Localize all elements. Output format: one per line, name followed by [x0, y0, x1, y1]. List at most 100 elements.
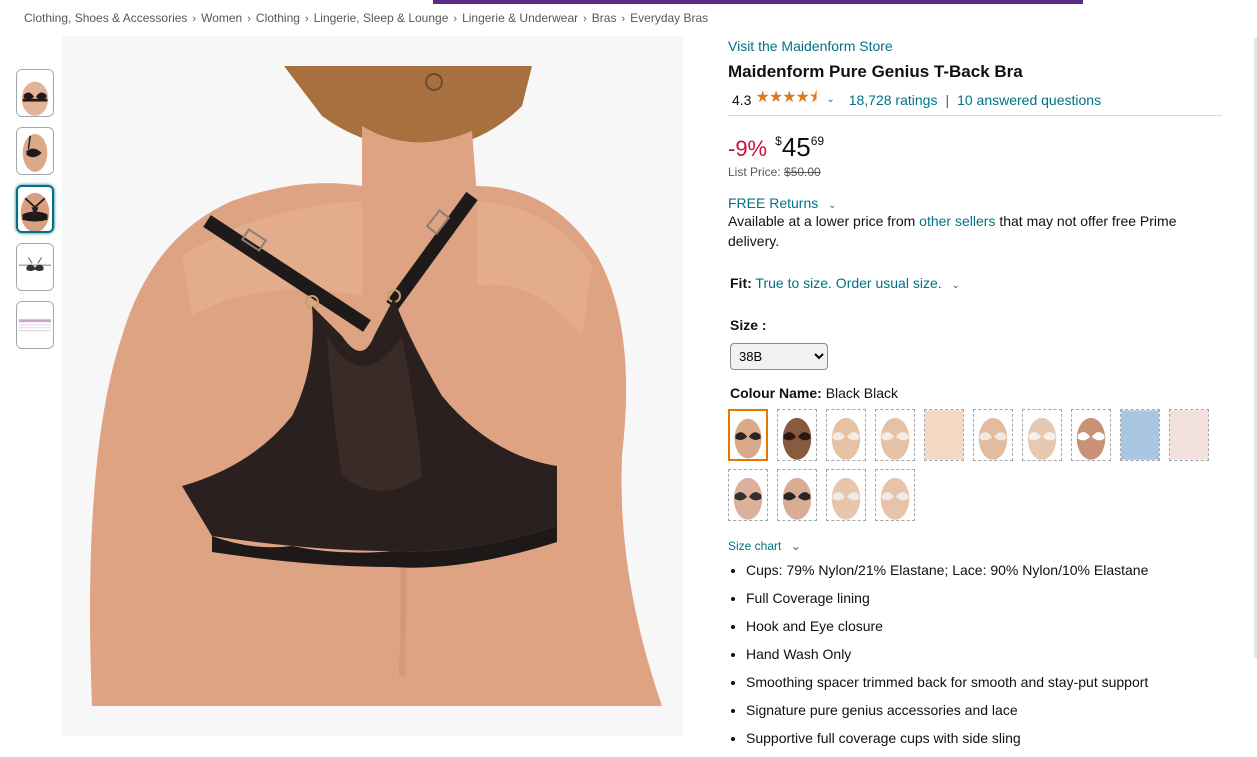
feature-bullets: Cups: 79% Nylon/21% Elastane; Lace: 90% … [728, 561, 1222, 748]
list-price-value: $50.00 [784, 165, 821, 179]
feature-bullet: Smoothing spacer trimmed back for smooth… [746, 673, 1222, 692]
thumbnail-side-image [17, 128, 53, 174]
colour-row: Colour Name: Black Black [728, 385, 1222, 401]
colour-swatch-image [730, 411, 766, 459]
rating-row: 4.3 ★★★★⯨ ⌄ 18,728 ratings | 10 answered… [728, 86, 1222, 116]
thumbnail-side[interactable] [16, 127, 54, 175]
price-block: -9% $ 45 69 [728, 132, 1222, 163]
colour-label: Colour Name: [730, 385, 822, 401]
colour-swatch-image [876, 470, 914, 520]
colour-swatch-image [1170, 410, 1208, 460]
colour-swatch[interactable] [777, 469, 817, 521]
size-chart-link[interactable]: Size chart ⌄ [728, 539, 1222, 553]
colour-swatch-image [876, 410, 914, 460]
answered-questions-link[interactable]: 10 answered questions [957, 92, 1101, 108]
fit-chevron-icon[interactable]: ⌄ [952, 280, 960, 291]
size-label: Size : [730, 317, 767, 333]
free-returns-label[interactable]: FREE Returns [728, 195, 818, 211]
breadcrumb-item[interactable]: Lingerie & Underwear [462, 11, 578, 25]
price-currency: $ [775, 134, 782, 148]
colour-swatch[interactable] [777, 409, 817, 461]
colour-swatch-image [974, 410, 1012, 460]
feature-bullet: Hand Wash Only [746, 645, 1222, 664]
promo-banner[interactable] [433, 0, 1083, 4]
colour-swatch-image [1072, 410, 1110, 460]
other-sellers-link[interactable]: other sellers [919, 213, 995, 229]
free-returns[interactable]: FREE Returns ⌄ [728, 195, 1222, 211]
colour-swatch[interactable] [1120, 409, 1160, 461]
colour-swatch[interactable] [728, 409, 768, 461]
thumbnail-back-image [18, 187, 52, 231]
colour-swatch-image [1121, 410, 1159, 460]
thumbnail-strip [16, 69, 54, 359]
size-dropdown[interactable]: 38B [730, 343, 828, 370]
list-price-label: List Price: [728, 165, 781, 179]
feature-bullet: Full Coverage lining [746, 589, 1222, 608]
colour-swatches [728, 409, 1228, 529]
colour-swatch[interactable] [728, 469, 768, 521]
colour-swatch[interactable] [826, 469, 866, 521]
product-title: Maidenform Pure Genius T-Back Bra [728, 62, 1023, 81]
colour-swatch[interactable] [973, 409, 1013, 461]
availability-text: Available at a lower price from other se… [728, 211, 1222, 251]
colour-swatch[interactable] [826, 409, 866, 461]
thumbnail-front[interactable] [16, 69, 54, 117]
size-chart-label[interactable]: Size chart [728, 539, 781, 553]
thumbnail-front-image [17, 70, 53, 116]
price-fraction: 69 [810, 134, 825, 148]
product-photo-back [62, 36, 683, 736]
size-chart-chevron-icon[interactable]: ⌄ [791, 539, 801, 553]
breadcrumb-separator: › [583, 13, 587, 25]
thumbnail-back[interactable] [16, 185, 54, 233]
thumbnail-size-chart-image [17, 302, 53, 348]
colour-swatch-image [827, 410, 865, 460]
breadcrumb-item[interactable]: Everyday Bras [630, 11, 708, 25]
colour-swatch[interactable] [1022, 409, 1062, 461]
thumbnail-detail-image [17, 244, 53, 290]
colour-swatch-image [827, 470, 865, 520]
breadcrumb-item[interactable]: Bras [592, 11, 617, 25]
feature-bullet: Hook and Eye closure [746, 617, 1222, 636]
discount-percent: -9% [728, 136, 768, 161]
feature-bullet: Signature pure genius accessories and la… [746, 701, 1222, 720]
colour-swatch-image [778, 410, 816, 460]
breadcrumb-separator: › [247, 13, 251, 25]
feature-bullet: Supportive full coverage cups with side … [746, 729, 1222, 748]
colour-swatch[interactable] [1169, 409, 1209, 461]
fit-label: Fit: [730, 275, 752, 291]
thumbnail-size-chart[interactable] [16, 301, 54, 349]
store-link[interactable]: Visit the Maidenform Store [728, 38, 1222, 54]
availability-prefix: Available at a lower price from [728, 213, 920, 229]
colour-swatch-image [729, 470, 767, 520]
colour-swatch-image [1023, 410, 1061, 460]
colour-value: Black Black [825, 385, 899, 401]
rating-chevron-icon[interactable]: ⌄ [826, 94, 834, 105]
breadcrumb-item[interactable]: Women [201, 11, 242, 25]
breadcrumb-separator: › [453, 13, 458, 25]
colour-swatch[interactable] [1071, 409, 1111, 461]
rating-value: 4.3 [732, 91, 752, 108]
thumbnail-detail[interactable] [16, 243, 54, 291]
main-product-image[interactable] [62, 36, 683, 736]
colour-swatch[interactable] [875, 469, 915, 521]
colour-swatch[interactable] [875, 409, 915, 461]
colour-swatch-image [925, 410, 963, 460]
product-info: Visit the Maidenform Store Maidenform Pu… [728, 38, 1222, 757]
list-price: List Price: $50.00 [728, 165, 1222, 179]
colour-swatch-image [778, 470, 816, 520]
breadcrumb-item[interactable]: Clothing, Shoes & Accessories [24, 11, 187, 25]
breadcrumb-item[interactable]: Lingerie, Sleep & Lounge [314, 11, 449, 25]
breadcrumb-separator: › [192, 13, 197, 25]
breadcrumb-item[interactable]: Clothing [256, 11, 300, 25]
divider: | [945, 91, 950, 108]
breadcrumb: Clothing, Shoes & Accessories › Women › Clot… [24, 11, 708, 25]
fit-row: Fit: True to size. Order usual size. ⌄ [728, 275, 1222, 291]
ratings-count-link[interactable]: 18,728 ratings [849, 92, 938, 108]
fit-value-link[interactable]: True to size. Order usual size. [755, 275, 941, 291]
star-rating-icon[interactable]: ★★★★⯨ [755, 86, 817, 113]
breadcrumb-separator: › [304, 13, 309, 25]
breadcrumb-separator: › [621, 13, 626, 25]
returns-chevron-icon[interactable]: ⌄ [828, 200, 836, 211]
price-whole: 45 [781, 132, 811, 162]
colour-swatch[interactable] [924, 409, 964, 461]
